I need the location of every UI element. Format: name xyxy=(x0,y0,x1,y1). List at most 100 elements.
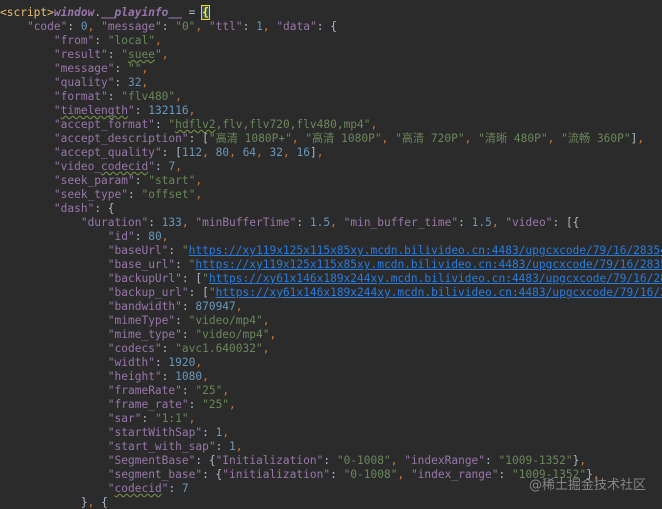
code-token: , xyxy=(397,468,411,481)
code-line: "width": 1920, xyxy=(0,356,202,370)
code-token: "indexRange" xyxy=(404,454,486,467)
code-token: : xyxy=(148,216,162,229)
code-token: " xyxy=(154,48,162,61)
url-link[interactable]: https://xy119x125x115x85xy.mcdn.bilivide… xyxy=(195,258,662,271)
code-line: "duration": 133, "minBufferTime": 1.5, "… xyxy=(0,216,580,230)
code-token: 80 xyxy=(215,146,230,159)
code-token: "from" xyxy=(53,34,95,47)
code-token: " xyxy=(53,104,61,117)
code-token: "高清 720P" xyxy=(395,132,465,145)
code-token: "minBufferTime" xyxy=(195,216,297,229)
code-token: , xyxy=(390,454,405,467)
code-token: "startWithSap" xyxy=(107,426,203,439)
code-line: "base_url": "https://xy119x125x115x85xy.… xyxy=(0,258,662,272)
code-line: "result": "suee", xyxy=(0,48,169,62)
code-token: , xyxy=(269,328,277,341)
code-token: , xyxy=(235,440,243,453)
code-token: , xyxy=(579,454,587,467)
code-token: " xyxy=(121,48,129,61)
code-token: "code" xyxy=(26,20,68,33)
code-token: , xyxy=(464,132,479,145)
url-link[interactable]: https://xy61x146x189x244xy.mcdn.bilivide… xyxy=(209,272,662,285)
code-token: "quality" xyxy=(53,76,115,89)
code-token: 1.5 xyxy=(309,216,331,229)
code-token: "result" xyxy=(53,48,108,61)
code-token: : xyxy=(114,62,128,75)
code-token: "0" xyxy=(175,20,196,33)
code-token: , xyxy=(202,146,216,159)
code-token: "1:1" xyxy=(154,412,189,425)
code-line: "accept_quality": [112, 80, 64, 32, 16], xyxy=(0,146,324,160)
code-token: , xyxy=(262,314,270,327)
code-token: : xyxy=(458,216,472,229)
code-line: "timelength": 132116, xyxy=(0,104,196,118)
code-token: 870947 xyxy=(195,300,236,313)
code-token: timelength xyxy=(60,104,128,117)
code-token: , xyxy=(547,132,562,145)
code-line: "sar": "1:1", xyxy=(0,412,196,426)
code-token: , xyxy=(235,300,243,313)
code-line: "seek_type": "offset", xyxy=(0,188,202,202)
code-token: : xyxy=(154,160,169,173)
code-token: : xyxy=(114,76,128,89)
code-line: "mimeType": "video/mp4", xyxy=(0,314,270,328)
code-line: "message": "", xyxy=(0,62,148,76)
url-link[interactable]: https://xy61x146x189x244xy.mcdn.bilivide… xyxy=(216,286,662,299)
code-line: "backup_url": ["https://xy61x146x189x244… xyxy=(0,286,662,300)
code-token: "seek_type" xyxy=(53,188,128,201)
code-token: "format" xyxy=(53,90,108,103)
code-token: : { xyxy=(195,454,216,467)
code-token: "sar" xyxy=(107,412,142,425)
code-token: , xyxy=(195,188,203,201)
code-token: "1009-1352" xyxy=(498,454,573,467)
code-line: "accept_description": ["高清 1080P+", "高清 … xyxy=(0,132,644,146)
code-token: "start" xyxy=(148,174,196,187)
code-token: : xyxy=(67,20,81,33)
code-token: "bandwidth" xyxy=(107,300,182,313)
code-line: "height": 1080, xyxy=(0,370,209,384)
code-token: } xyxy=(80,496,88,509)
code-line: "frame_rate": "25", xyxy=(0,398,236,412)
code-token: : xyxy=(188,398,203,411)
code-editor[interactable]: ····· <script>window.__playinfo__ = { "c… xyxy=(0,0,662,509)
code-line: }, { xyxy=(0,496,108,509)
code-line: "startWithSap": 1, xyxy=(0,426,229,440)
code-token: , xyxy=(87,496,102,509)
code-token: 132116 xyxy=(148,104,189,117)
code-token: "video/mp4" xyxy=(188,314,263,327)
code-line: "accept_format": "hdflv2,flv,flv720,flv4… xyxy=(0,118,377,132)
code-token: "segment_base" xyxy=(107,468,203,481)
code-token: "accept_format" xyxy=(53,118,155,131)
code-token: : { xyxy=(316,20,337,33)
code-line: "from": "local", xyxy=(0,34,162,48)
code-token: "0-1008" xyxy=(343,468,398,481)
code-line: "backupUrl": ["https://xy61x146x189x244x… xyxy=(0,272,662,286)
code-token: ,flv,flv720,flv480,mp4" xyxy=(215,118,371,131)
code-token: : xyxy=(181,300,196,313)
code-token: : xyxy=(498,468,512,481)
code-token: "data" xyxy=(276,20,317,33)
code-token: : xyxy=(161,20,176,33)
code-token: "codecs" xyxy=(107,342,162,355)
code-token: codecid xyxy=(114,482,162,495)
code-token: : xyxy=(134,230,149,243)
code-token: : xyxy=(127,188,142,201)
code-token: 80 xyxy=(148,230,162,243)
code-token: , xyxy=(195,174,203,187)
code-token: , xyxy=(188,104,196,117)
url-link[interactable]: https://xy119x125x115x85xy.mcdn.bilivide… xyxy=(189,244,662,257)
code-token: "offset" xyxy=(141,188,196,201)
code-line: "dash": { xyxy=(0,202,115,216)
code-token: , xyxy=(181,216,196,229)
code-token: , xyxy=(141,62,149,75)
fold-indicator: ····· xyxy=(330,0,365,5)
code-token: : xyxy=(181,384,196,397)
code-token: "backup_url" xyxy=(107,286,189,299)
